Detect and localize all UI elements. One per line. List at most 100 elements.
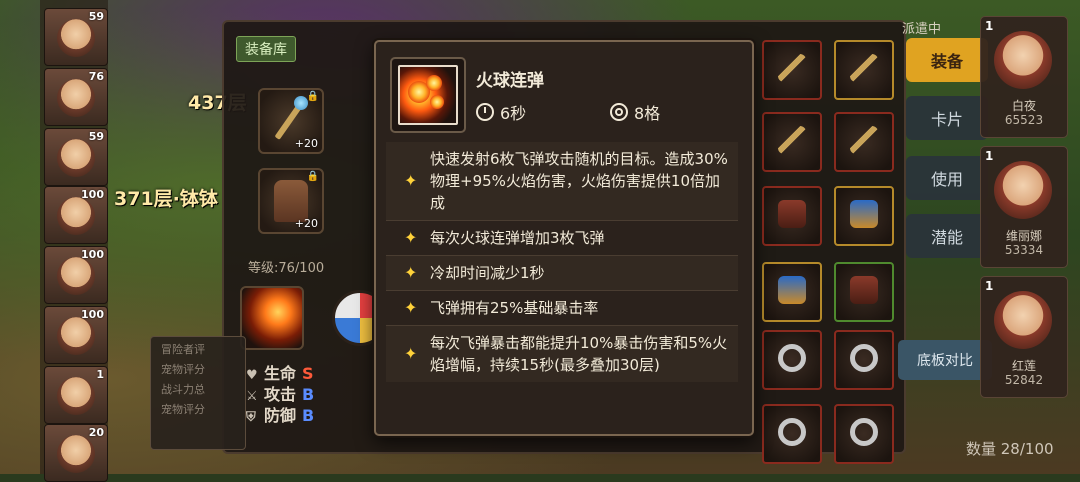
equipment-item[interactable]: [762, 40, 822, 100]
hero-level: 1: [985, 19, 994, 33]
equipment-item[interactable]: [762, 330, 822, 390]
character-level: 100: [81, 308, 104, 321]
equipment-item[interactable]: [762, 112, 822, 172]
equipment-item[interactable]: [834, 112, 894, 172]
hero-power: 53334: [1004, 243, 1044, 257]
equipment-item[interactable]: [834, 186, 894, 246]
hero-name: 维丽娜: [1005, 229, 1042, 243]
skill-tooltip: 火球连弹 6秒 8格 ✦ 快速发射6枚飞弹攻击随机的目标。造成30%物理+95%…: [374, 40, 754, 436]
hero-card[interactable]: 1 白夜 65523: [980, 16, 1068, 138]
range-value: 8格: [634, 104, 661, 123]
potential-button[interactable]: 潜能: [906, 214, 988, 258]
character-portrait: [57, 19, 95, 57]
hero-level: 1: [985, 279, 994, 293]
character-level: 1: [96, 368, 104, 381]
character-portrait: [57, 197, 95, 235]
dispatch-status: 派遣中: [902, 22, 942, 37]
robe-icon: [850, 276, 878, 304]
hero-level: 1: [985, 149, 994, 163]
character-level: 76: [88, 70, 104, 83]
character-level: 59: [88, 10, 104, 23]
ring-icon: [850, 344, 878, 372]
equipment-item[interactable]: [834, 40, 894, 100]
equipment-item[interactable]: [834, 262, 894, 322]
hero-portrait: [994, 31, 1052, 89]
equipment-item[interactable]: [762, 186, 822, 246]
hero-portrait: [994, 161, 1052, 219]
skill-name: 火球连弹: [476, 71, 544, 91]
character-level: 100: [81, 248, 104, 261]
robe-icon: [778, 200, 806, 228]
fireball-glyph: [430, 95, 444, 109]
equipment-item[interactable]: [834, 404, 894, 464]
character-portrait: [57, 139, 95, 177]
hero-card[interactable]: 1 红莲 52842: [980, 276, 1068, 398]
adventurer-line: 战斗力总: [161, 383, 205, 396]
armor-slot[interactable]: 🔒 +20: [258, 168, 324, 234]
character-slot[interactable]: 59: [44, 128, 108, 186]
character-slot[interactable]: 100: [44, 186, 108, 244]
inventory-count: 数量 28/100: [966, 440, 1054, 458]
skill-effect: ✦ 每次火球连弹增加3枚飞弹: [386, 220, 738, 255]
effect-text: 快速发射6枚飞弹攻击随机的目标。造成30%物理+95%火焰伤害，火焰伤害提供10…: [430, 150, 728, 212]
star-icon: ✦: [404, 228, 418, 247]
character-level-text: 等级:76/100: [248, 261, 325, 276]
fireball-glyph: [426, 75, 442, 91]
character-level: 100: [81, 188, 104, 201]
adventurer-line: 宠物评分: [161, 403, 205, 416]
armor-icon: [850, 200, 878, 228]
fireball-icon: [398, 65, 458, 125]
adventurer-line: 宠物评分: [161, 363, 205, 376]
skill-effect: ✦ 每次飞弹暴击都能提升10%暴击伤害和5%火焰增幅，持续15秒(最多叠加30层…: [386, 325, 738, 382]
character-slot[interactable]: 76: [44, 68, 108, 126]
character-level: 59: [88, 130, 104, 143]
character-slot[interactable]: 1: [44, 366, 108, 424]
equipment-library-tab[interactable]: 装备库: [236, 36, 296, 62]
stat-row-hp: ♥ 生命 S: [246, 360, 376, 383]
enhance-level: +20: [294, 137, 318, 150]
stat-row-attack: ⚔ 攻击 B: [246, 381, 376, 404]
range-info: 8格: [610, 100, 660, 124]
stat-grades: ♥ 生命 S ⚔ 攻击 B ⛨ 防御 B: [246, 360, 376, 440]
target-icon: [610, 103, 628, 121]
hero-name: 红莲: [1011, 359, 1036, 373]
staff-icon: [778, 54, 806, 82]
equipment-item[interactable]: [762, 262, 822, 322]
character-slot[interactable]: 59: [44, 8, 108, 66]
adventurer-line: 冒险者评: [161, 343, 205, 356]
character-slot[interactable]: 100: [44, 246, 108, 304]
stat-grade: B: [302, 406, 315, 425]
robe-icon: [274, 180, 308, 222]
character-level: 20: [88, 426, 104, 439]
adventurer-stats-panel: 冒险者评 宠物评分 战斗力总 宠物评分: [150, 336, 246, 450]
weapon-slot[interactable]: 🔒 +20: [258, 88, 324, 154]
character-slot[interactable]: 100: [44, 306, 108, 364]
cooldown-info: 6秒: [476, 100, 526, 124]
staff-icon: [850, 54, 878, 82]
hero-card[interactable]: 1 维丽娜 53334: [980, 146, 1068, 268]
use-button[interactable]: 使用: [906, 156, 988, 200]
compare-button[interactable]: 底板对比: [898, 340, 992, 380]
cooldown-value: 6秒: [500, 104, 527, 123]
character-portrait: [57, 79, 95, 117]
character-portrait: [57, 435, 95, 473]
fireball-skill-icon[interactable]: [240, 286, 304, 350]
ring-icon: [778, 344, 806, 372]
character-slot[interactable]: 20: [44, 424, 108, 482]
ring-icon: [850, 418, 878, 446]
stat-label: 防御: [264, 406, 297, 425]
star-icon: ✦: [404, 263, 418, 282]
equip-button[interactable]: 装备: [906, 38, 988, 82]
character-portrait: [57, 257, 95, 295]
equipment-item[interactable]: [834, 330, 894, 390]
skill-effect: ✦ 飞弹拥有25%基础暴击率: [386, 290, 738, 325]
enhance-level: +20: [294, 217, 318, 230]
star-icon: ✦: [404, 298, 418, 317]
stat-row-defense: ⛨ 防御 B: [246, 402, 376, 425]
equipment-item[interactable]: [762, 404, 822, 464]
hero-portrait: [994, 291, 1052, 349]
skill-icon-frame: [390, 57, 466, 133]
ring-icon: [778, 418, 806, 446]
skill-effect: ✦ 快速发射6枚飞弹攻击随机的目标。造成30%物理+95%火焰伤害，火焰伤害提供…: [386, 142, 738, 220]
card-button[interactable]: 卡片: [906, 96, 988, 140]
